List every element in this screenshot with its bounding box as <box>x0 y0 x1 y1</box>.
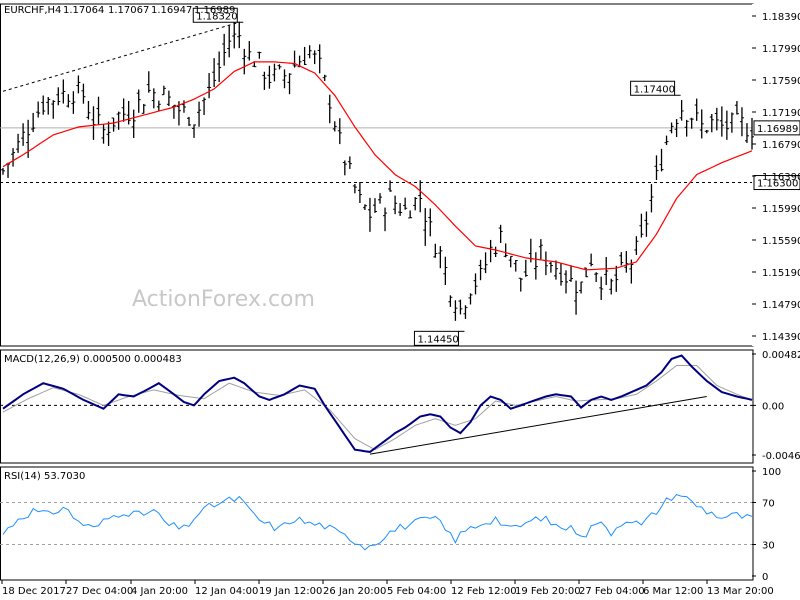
price-tick-label-4: 1.16790 <box>762 140 800 151</box>
watermark: ActionForex.com <box>132 287 315 312</box>
price-tick-label-0: 1.18390 <box>762 12 800 23</box>
chart-title: EURCHF,H4 <box>4 5 61 16</box>
annotation-label-1: 1.17400 <box>634 84 675 95</box>
price-tick-label-1: 1.17990 <box>762 44 800 55</box>
price-tick-label-8: 1.15190 <box>762 268 800 279</box>
time-tick-label-4: 19 Jan 12:00 <box>259 586 322 597</box>
macd-tick-label-0: 0.004827 <box>762 350 800 361</box>
ohlc-low: 1.16947 <box>151 5 192 16</box>
macd-pane[interactable]: 0.004827 0.00 -0.004632 <box>0 349 800 464</box>
annotation-label-2: 1.14450 <box>417 334 458 345</box>
rsi-tick-label-0: 100 <box>762 467 781 478</box>
time-tick-label-8: 19 Feb 20:00 <box>515 586 581 597</box>
price-tick-label-2: 1.17590 <box>762 76 800 87</box>
macd-tick-label-1: 0.00 <box>762 401 784 412</box>
time-axis: 18 Dec 2017 27 Dec 04:004 Jan 20:00 12 Jan… <box>1 580 774 597</box>
price-tick-label-10: 1.14390 <box>762 332 800 343</box>
rsi-title: RSI(14) 53.7030 <box>4 471 85 482</box>
price-tick-label-5: 1.16390 <box>762 172 800 183</box>
price-tick-label-7: 1.15590 <box>762 236 800 247</box>
time-tick-label-7: 12 Feb 12:00 <box>451 586 517 597</box>
ohlc-open: 1.17064 <box>63 5 104 16</box>
macd-title: MACD(12,26,9) 0.000500 0.000483 <box>4 354 182 365</box>
ohlc-close: 1.16989 <box>194 5 235 16</box>
price-tick-label-6: 1.15990 <box>762 204 800 215</box>
rsi-pane[interactable]: 100 70 30 0 <box>0 466 781 583</box>
rsi-tick-label-1: 70 <box>762 499 775 510</box>
time-tick-label-10: 6 Mar 12:00 <box>643 586 703 597</box>
price-tick-label-3: 1.17190 <box>762 108 800 119</box>
time-tick-label-1: 27 Dec 04:00 <box>66 586 133 597</box>
time-tick-label-11: 13 Mar 20:00 <box>707 586 774 597</box>
price-frame <box>0 3 754 347</box>
time-tick-label-3: 12 Jan 04:00 <box>195 586 258 597</box>
price-trendline-0 <box>2 21 240 92</box>
ohlc-high: 1.17067 <box>108 5 149 16</box>
price-tick-label-9: 1.14790 <box>762 300 800 311</box>
macd-series-macd <box>2 354 753 453</box>
time-tick-label-9: 27 Feb 04:00 <box>579 586 645 597</box>
level-label-0: 1.16989 <box>757 124 798 135</box>
time-tick-label-5: 26 Jan 20:00 <box>323 586 386 597</box>
rsi-tick-label-3: 0 <box>762 572 768 583</box>
time-tick-label-6: 5 Feb 04:00 <box>387 586 446 597</box>
price-pane[interactable]: 1.169891.163001.183901.179901.175901.171… <box>0 3 800 347</box>
rsi-tick-label-2: 30 <box>762 541 775 552</box>
time-tick-label-2: 4 Jan 20:00 <box>131 586 188 597</box>
time-tick-label-0: 18 Dec 2017 <box>2 586 66 597</box>
chart-canvas: 1.169891.163001.183901.179901.175901.171… <box>0 3 800 597</box>
macd-tick-label-2: -0.004632 <box>762 451 800 462</box>
